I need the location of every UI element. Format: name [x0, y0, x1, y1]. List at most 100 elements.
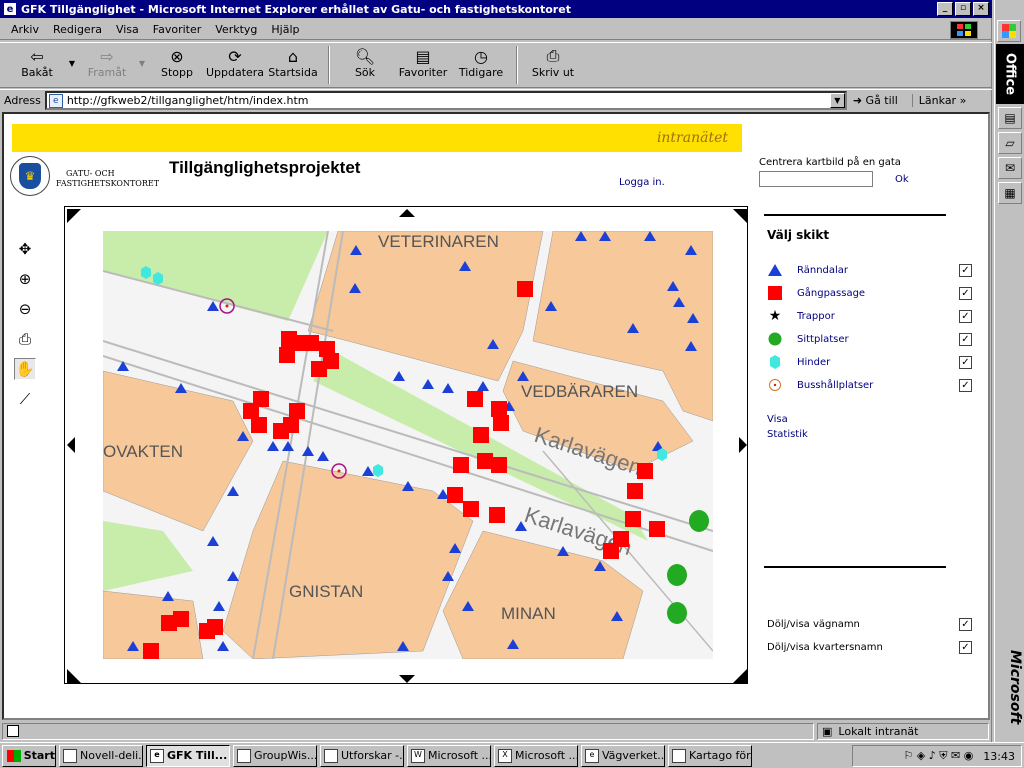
menu-arkiv[interactable]: Arkiv	[4, 23, 46, 36]
layer-trappor-checkbox[interactable]: ✓	[959, 309, 972, 323]
forward-arrow-icon: ⇨	[100, 46, 114, 66]
pan-south-icon[interactable]	[399, 675, 415, 683]
address-input[interactable]: e http://gfkweb2/tillganglighet/htm/inde…	[44, 91, 847, 110]
layer-sittplatser: Sittplatser ✓	[767, 331, 972, 347]
visa-link[interactable]: Visa	[767, 414, 788, 425]
task-groupwise[interactable]: GroupWis...	[233, 744, 317, 767]
intranet-banner: intranätet	[12, 124, 742, 152]
page-status-icon	[7, 725, 19, 737]
open-folder-icon[interactable]: ▱	[998, 132, 1022, 154]
stop-icon: ⊗	[170, 46, 184, 66]
menu-visa[interactable]: Visa	[109, 23, 146, 36]
close-button[interactable]: ×	[973, 2, 989, 16]
layer-hinder-checkbox[interactable]: ✓	[959, 355, 972, 369]
map-image: VETERINAREN VEDBÄRAREN OVAKTEN GNISTAN M…	[103, 231, 713, 659]
print-button[interactable]: ⎙ Skriv ut	[524, 43, 582, 87]
toolbar-separator	[516, 46, 518, 84]
street-input[interactable]	[759, 171, 873, 187]
toolbar-separator	[328, 46, 330, 84]
corner-se-icon[interactable]	[733, 669, 747, 683]
task-word[interactable]: W Microsoft ...	[407, 744, 491, 767]
task-vagverket[interactable]: e Vägverket...	[581, 744, 665, 767]
menu-hjalp[interactable]: Hjälp	[264, 23, 306, 36]
forward-button[interactable]: ⇨ Framåt	[78, 43, 136, 87]
favorites-button[interactable]: ▤ Favoriter	[394, 43, 452, 87]
forward-dropdown[interactable]: ▼	[136, 43, 148, 83]
app-icon	[63, 748, 77, 763]
statistik-link[interactable]: Statistik	[767, 429, 808, 440]
layer-trappor: ★ Trappor ✓	[767, 308, 972, 324]
minimize-button[interactable]: _	[937, 2, 953, 16]
intranet-icon: ▣	[822, 724, 833, 738]
folder-icon	[324, 748, 338, 763]
task-explorer[interactable]: Utforskar -...	[320, 744, 404, 767]
search-button[interactable]: 🔍︎ Sök	[336, 43, 394, 87]
printer-icon: ⎙	[546, 46, 560, 65]
menu-bar: Arkiv Redigera Visa Favoriter Verktyg Hj…	[0, 20, 992, 40]
toggle-street-names-checkbox[interactable]: ✓	[959, 617, 972, 631]
pan-west-icon[interactable]	[67, 437, 75, 453]
home-button[interactable]: ⌂ Startsida	[264, 43, 322, 87]
map-label-gnistan: GNISTAN	[289, 582, 363, 601]
address-dropdown[interactable]: ▼	[829, 93, 845, 108]
menu-redigera[interactable]: Redigera	[46, 23, 109, 36]
green-circle-icon	[767, 332, 783, 346]
back-button[interactable]: ⇦ Bakåt	[8, 43, 66, 87]
app-icon	[237, 748, 251, 763]
org-name: GATU- OCH FASTIGHETSKONTORET	[56, 169, 160, 188]
triangle-icon	[767, 263, 783, 277]
layer-gangpassage: Gångpassage ✓	[767, 285, 972, 301]
refresh-button[interactable]: ⟳ Uppdatera	[206, 43, 264, 87]
history-button[interactable]: ◷ Tidigare	[452, 43, 510, 87]
layer-sittplatser-checkbox[interactable]: ✓	[959, 332, 972, 346]
task-kartago[interactable]: Kartago för...	[668, 744, 752, 767]
bus-stop-icon	[767, 378, 783, 392]
stop-button[interactable]: ⊗ Stopp	[148, 43, 206, 87]
menu-favoriter[interactable]: Favoriter	[146, 23, 208, 36]
office-logo-button[interactable]	[997, 20, 1021, 42]
pan-east-icon[interactable]	[739, 437, 747, 453]
start-button[interactable]: Start	[2, 744, 56, 767]
login-link[interactable]: Logga in.	[619, 177, 665, 188]
back-dropdown[interactable]: ▼	[66, 43, 78, 83]
corner-sw-icon[interactable]	[67, 669, 81, 683]
maximize-button[interactable]: ▫	[955, 2, 971, 16]
pan-hand-tool[interactable]: ✋	[14, 358, 36, 380]
history-icon: ◷	[474, 46, 488, 66]
stockholm-logo: ♛	[10, 156, 50, 196]
map-frame[interactable]: VETERINAREN VEDBÄRAREN OVAKTEN GNISTAN M…	[64, 206, 748, 684]
standard-toolbar: ⇦ Bakåt ▼ ⇨ Framåt ▼ ⊗ Stopp ⟳ Uppdatera ⌂ St…	[0, 42, 992, 88]
tray-icons: ⚐ ◈ ♪ ⛨ ✉ ◉	[903, 749, 974, 762]
task-excel[interactable]: X Microsoft ...	[494, 744, 578, 767]
toggle-block-names-checkbox[interactable]: ✓	[959, 640, 972, 654]
links-button[interactable]: Länkar »	[911, 94, 966, 107]
access-icon[interactable]: ▦	[998, 182, 1022, 204]
measure-tool[interactable]: ⟋	[14, 388, 36, 410]
map-canvas[interactable]: VETERINAREN VEDBÄRAREN OVAKTEN GNISTAN M…	[65, 207, 749, 685]
menu-verktyg[interactable]: Verktyg	[208, 23, 264, 36]
layer-ranndalar-checkbox[interactable]: ✓	[959, 263, 972, 277]
status-bar: ▣ Lokalt intranät	[0, 721, 992, 741]
pan-extent-tool[interactable]: ✥	[14, 238, 36, 260]
task-novell[interactable]: Novell-deli...	[59, 744, 143, 767]
layer-busshallplatser-checkbox[interactable]: ✓	[959, 378, 972, 392]
desktop: e GFK Tillgänglighet - Microsoft Interne…	[0, 0, 1024, 768]
back-arrow-icon: ⇦	[30, 46, 44, 66]
task-gfk[interactable]: e GFK Till...	[146, 744, 230, 767]
map-label-minan: MINAN	[501, 604, 556, 623]
print-map-tool[interactable]: ⎙	[14, 328, 36, 350]
pan-north-icon[interactable]	[399, 209, 415, 217]
go-button[interactable]: ➜ Gå till	[853, 94, 898, 107]
new-document-icon[interactable]: ▤	[998, 107, 1022, 129]
office-label: Office	[996, 44, 1024, 104]
zoom-in-tool[interactable]: ⊕	[14, 268, 36, 290]
corner-nw-icon[interactable]	[67, 209, 81, 223]
corner-ne-icon[interactable]	[733, 209, 747, 223]
ok-button[interactable]: Ok	[895, 174, 909, 185]
toggle-block-names: Dölj/visa kvartersnamn ✓	[767, 640, 972, 654]
taskbar: Start Novell-deli... e GFK Till... GroupW…	[0, 742, 1024, 768]
zoom-out-tool[interactable]: ⊖	[14, 298, 36, 320]
title-bar[interactable]: e GFK Tillgänglighet - Microsoft Interne…	[0, 0, 992, 18]
layer-gangpassage-checkbox[interactable]: ✓	[959, 286, 972, 300]
outlook-icon[interactable]: ✉	[998, 157, 1022, 179]
